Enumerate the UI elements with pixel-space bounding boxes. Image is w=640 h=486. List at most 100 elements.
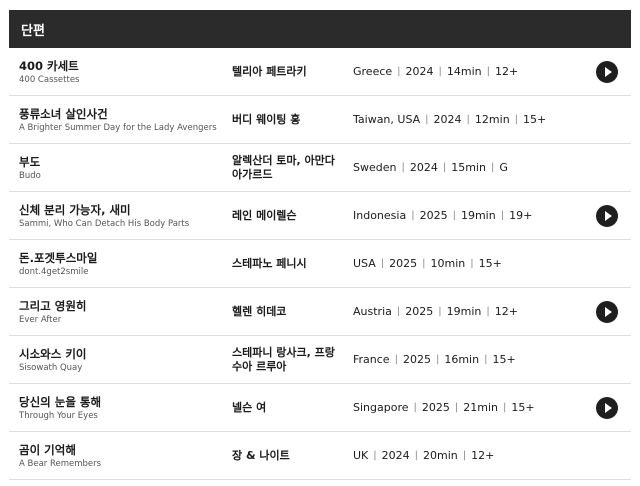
film-rating: 15+ (478, 257, 502, 270)
film-title-en: Budo (19, 171, 41, 181)
film-meta: Austria | 2025 | 19min | 12+ (353, 288, 518, 335)
film-title-ko[interactable]: 풍류소녀 살인사건 (19, 106, 108, 122)
film-title-ko[interactable]: 그리고 영원히 (19, 298, 86, 314)
film-rating: G (499, 161, 508, 174)
meta-separator: | (500, 210, 505, 221)
film-title-en: A Brighter Summer Day for the Lady Aveng… (19, 123, 217, 133)
film-year: 2025 (405, 305, 434, 318)
film-director: 레인 메이렐슨 (232, 208, 297, 222)
section-title: 단편 (21, 23, 45, 39)
meta-separator: | (413, 402, 417, 413)
film-meta: UK | 2024 | 20min | 12+ (353, 432, 494, 479)
film-year: 2025 (419, 209, 448, 222)
film-runtime: 19min (460, 209, 496, 222)
film-rating: 12+ (471, 449, 495, 462)
film-year: 2025 (389, 257, 418, 270)
film-year: 2024 (409, 161, 438, 174)
film-title-ko[interactable]: 당신의 눈을 통해 (19, 394, 101, 410)
film-runtime: 16min (444, 353, 480, 366)
film-meta: Greece | 2024 | 14min | 12+ (353, 48, 518, 95)
film-rating: 12+ (494, 305, 518, 318)
film-title-en: dont.4get2smile (19, 267, 89, 277)
film-row[interactable]: 400 카세트 400 Cassettes 텔리아 페트라키 Greece | … (9, 48, 631, 96)
film-runtime: 15min (451, 161, 486, 174)
film-country: France (353, 353, 390, 366)
meta-separator: | (422, 258, 426, 269)
play-icon (604, 67, 612, 77)
film-director: 넬슨 여 (232, 400, 267, 414)
film-title-en: A Bear Remembers (19, 459, 102, 469)
film-runtime: 14min (446, 65, 482, 78)
film-rating: 15+ (492, 353, 516, 366)
film-row[interactable]: 그리고 영원히 Ever After 헬렌 히데코 Austria | 2025… (9, 288, 631, 336)
film-title-ko[interactable]: 400 카세트 (19, 58, 79, 74)
film-row[interactable]: 당신의 눈을 통해 Through Your Eyes 넬슨 여 Singapo… (9, 384, 631, 432)
meta-separator: | (401, 162, 405, 173)
meta-separator: | (454, 402, 459, 413)
film-title-en: 400 Cassettes (19, 75, 80, 85)
film-director: 알렉산더 토마, 아만다 아가르드 (232, 153, 335, 181)
film-year: 2024 (433, 113, 462, 126)
film-meta: Sweden | 2024 | 15min | G (353, 144, 508, 191)
film-runtime: 20min (423, 449, 458, 462)
film-row[interactable]: 돈.포겟투스마일 dont.4get2smile 스테파노 페니시 USA | … (9, 240, 631, 288)
film-list: 단편 400 카세트 400 Cassettes 텔리아 페트라키 Greece… (9, 10, 631, 480)
meta-separator: | (411, 210, 415, 221)
film-row[interactable]: 풍류소녀 살인사건 A Brighter Summer Day for the … (9, 96, 631, 144)
meta-separator: | (397, 66, 401, 77)
play-button[interactable] (596, 205, 618, 227)
film-country: Indonesia (353, 209, 407, 222)
meta-separator: | (396, 306, 401, 317)
meta-separator: | (484, 354, 488, 365)
film-meta: Taiwan, USA | 2024 | 12min | 15+ (353, 96, 546, 143)
film-meta: Singapore | 2025 | 21min | 15+ (353, 384, 535, 431)
meta-separator: | (380, 258, 385, 269)
section-header: 단편 (9, 10, 631, 48)
film-title-ko[interactable]: 곰이 기억해 (19, 442, 76, 458)
play-button[interactable] (596, 397, 618, 419)
meta-separator: | (486, 66, 491, 77)
film-country: Taiwan, USA (353, 113, 421, 126)
film-country: UK (353, 449, 369, 462)
film-row[interactable]: 곰이 기억해 A Bear Remembers 장 & 나이트 UK | 202… (9, 432, 631, 480)
film-country: USA (353, 257, 376, 270)
film-row[interactable]: 시소와스 키이 Sisowath Quay 스테파니 랑사크, 프랑수아 르루아… (9, 336, 631, 384)
film-title-en: Through Your Eyes (19, 411, 98, 421)
film-title-ko[interactable]: 돈.포겟투스마일 (19, 250, 97, 266)
play-button[interactable] (596, 301, 618, 323)
film-meta: Indonesia | 2025 | 19min | 19+ (353, 192, 532, 239)
film-title-ko[interactable]: 부도 (19, 154, 40, 170)
film-country: Singapore (353, 401, 409, 414)
film-director: 헬렌 히데코 (232, 304, 287, 318)
film-director: 스테파노 페니시 (232, 256, 307, 270)
film-runtime: 12min (474, 113, 510, 126)
film-director: 스테파니 랑사크, 프랑수아 르루아 (232, 345, 335, 373)
film-title-ko[interactable]: 신체 분리 가능자, 새미 (19, 202, 131, 218)
film-row[interactable]: 부도 Budo 알렉산더 토마, 아만다 아가르드 Sweden | 2024 … (9, 144, 631, 192)
film-runtime: 21min (463, 401, 498, 414)
film-year: 2025 (421, 401, 450, 414)
film-country: Sweden (353, 161, 397, 174)
film-title-en: Sammi, Who Can Detach His Body Parts (19, 219, 190, 229)
film-title-en: Ever After (19, 315, 62, 325)
meta-separator: | (425, 114, 429, 125)
meta-separator: | (462, 450, 467, 461)
film-rating: 15+ (523, 113, 547, 126)
meta-separator: | (414, 450, 419, 461)
film-row[interactable]: 신체 분리 가능자, 새미 Sammi, Who Can Detach His … (9, 192, 631, 240)
film-rows: 400 카세트 400 Cassettes 텔리아 페트라키 Greece | … (9, 48, 631, 480)
play-button[interactable] (596, 61, 618, 83)
meta-separator: | (503, 402, 507, 413)
film-country: Greece (353, 65, 393, 78)
film-title-ko[interactable]: 시소와스 키이 (19, 346, 86, 362)
film-year: 2024 (405, 65, 434, 78)
meta-separator: | (373, 450, 377, 461)
meta-separator: | (394, 354, 398, 365)
film-director: 버디 웨이팅 홍 (232, 112, 301, 126)
film-year: 2024 (381, 449, 410, 462)
play-icon (604, 307, 612, 317)
meta-separator: | (486, 306, 490, 317)
meta-separator: | (490, 162, 495, 173)
meta-separator: | (466, 114, 470, 125)
meta-separator: | (442, 162, 447, 173)
